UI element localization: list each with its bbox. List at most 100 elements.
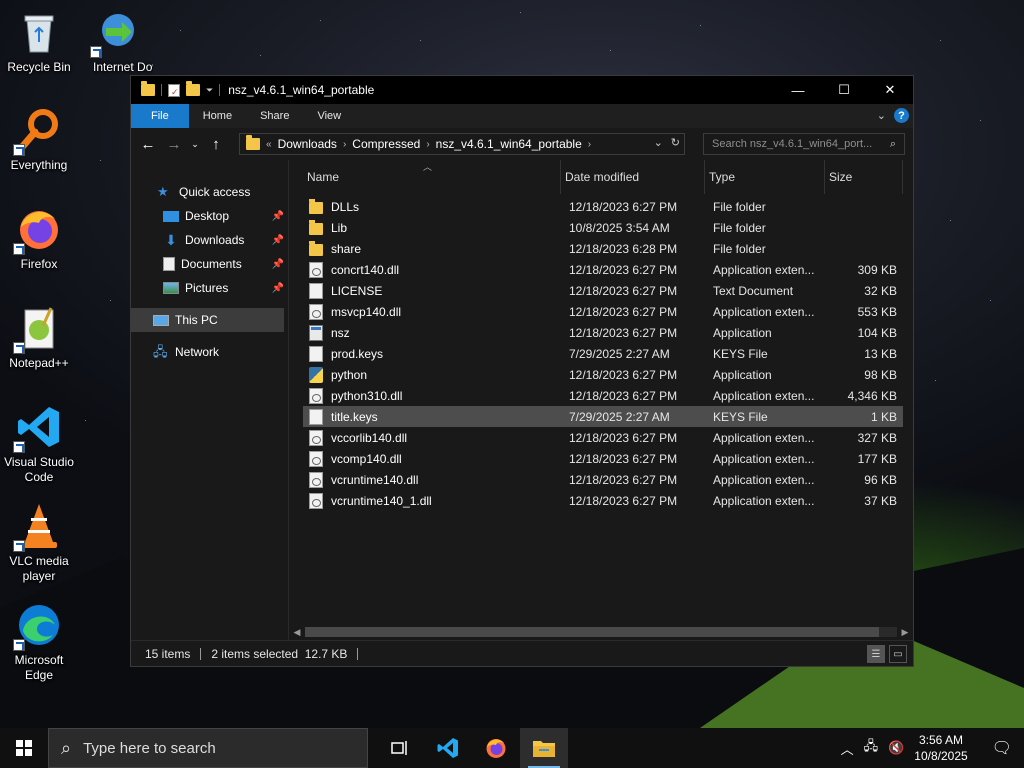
tab-share[interactable]: Share: [246, 104, 303, 128]
task-view-button[interactable]: [376, 728, 424, 768]
desktop-icon-firefox[interactable]: Firefox: [1, 205, 77, 272]
horizontal-scrollbar[interactable]: ◀ ▶: [289, 624, 913, 640]
clock[interactable]: 3:56 AM 10/8/2025: [914, 732, 967, 764]
file-row[interactable]: vcruntime140.dll 12/18/2023 6:27 PM Applic…: [303, 469, 903, 490]
desktop-icon-internet-download-manager[interactable]: Internet Downlo: [78, 8, 154, 75]
nav-item-quick-access[interactable]: ★ Quick access: [131, 180, 288, 204]
expand-ribbon-icon[interactable]: ⌄: [877, 109, 886, 122]
network-status-icon[interactable]: 🖧: [864, 737, 879, 759]
tab-file[interactable]: File: [131, 104, 189, 128]
file-row[interactable]: concrt140.dll 12/18/2023 6:27 PM Applicati…: [303, 259, 903, 280]
tab-home[interactable]: Home: [189, 104, 246, 128]
nav-item-documents[interactable]: Documents 📌: [131, 252, 288, 276]
chevron-right-icon[interactable]: ›: [588, 139, 591, 150]
nav-item-desktop[interactable]: Desktop 📌: [131, 204, 288, 228]
nav-item-network[interactable]: 🖧 Network: [131, 340, 288, 364]
file-row[interactable]: share 12/18/2023 6:28 PM File folder: [303, 238, 903, 259]
breadcrumb-downloads[interactable]: Downloads: [278, 137, 337, 151]
chevron-down-icon[interactable]: ⌄: [654, 136, 663, 149]
chevron-right-icon[interactable]: ›: [343, 139, 346, 150]
file-date: 12/18/2023 6:27 PM: [569, 430, 678, 445]
forward-button[interactable]: →: [163, 133, 185, 155]
desktop-icon-notepadpp[interactable]: Notepad++: [1, 304, 77, 371]
column-header-size[interactable]: Size: [825, 160, 903, 194]
folder-icon: [309, 240, 323, 256]
system-tray: ︿ 🖧 🔇 3:56 AM 10/8/2025 🗨: [841, 728, 1024, 768]
file-row[interactable]: DLLs 12/18/2023 6:27 PM File folder: [303, 196, 903, 217]
overflow-chevron[interactable]: «: [266, 139, 272, 150]
file-type: Application: [713, 325, 772, 340]
dll-file-icon: [309, 429, 323, 446]
address-bar[interactable]: « Downloads › Compressed › nsz_v4.6.1_wi…: [239, 133, 685, 155]
ribbon-tabs: File Home Share View ⌄ ?: [131, 104, 913, 128]
chevron-up-icon[interactable]: ︿: [841, 739, 854, 758]
nav-item-downloads[interactable]: ⬇ Downloads 📌: [131, 228, 288, 252]
file-row[interactable]: prod.keys 7/29/2025 2:27 AM KEYS File 13 KB: [303, 343, 903, 364]
start-button[interactable]: [0, 728, 48, 768]
file-row[interactable]: nsz 12/18/2023 6:27 PM Application 104 KB: [303, 322, 903, 343]
file-row[interactable]: python 12/18/2023 6:27 PM Application 98 KB: [303, 364, 903, 385]
file-row[interactable]: python310.dll 12/18/2023 6:27 PM Applicati…: [303, 385, 903, 406]
customize-toolbar-icon[interactable]: ⏷: [206, 85, 213, 96]
breadcrumb-compressed[interactable]: Compressed: [352, 137, 420, 151]
nav-item-this-pc[interactable]: This PC: [131, 308, 284, 332]
taskbar-file-explorer[interactable]: [520, 728, 568, 768]
desktop-icon-recycle-bin[interactable]: Recycle Bin: [1, 8, 77, 75]
taskbar-search-input[interactable]: Type here to search: [83, 740, 216, 757]
recent-locations-button[interactable]: ⌄: [189, 133, 201, 155]
tab-view[interactable]: View: [303, 104, 355, 128]
file-row[interactable]: title.keys 7/29/2025 2:27 AM KEYS File 1 KB: [303, 406, 903, 427]
close-button[interactable]: ✕: [867, 76, 913, 104]
help-icon[interactable]: ?: [894, 108, 909, 123]
file-row[interactable]: vccorlib140.dll 12/18/2023 6:27 PM Applica…: [303, 427, 903, 448]
shortcut-arrow-icon: [13, 540, 25, 552]
minimize-button[interactable]: —: [775, 76, 821, 104]
large-icons-view-button[interactable]: ▭: [889, 645, 907, 663]
desktop-icon-vscode[interactable]: Visual Studio Code: [1, 403, 77, 485]
file-type: Text Document: [713, 283, 794, 298]
notifications-icon[interactable]: 🗨: [992, 738, 1012, 758]
details-view-button[interactable]: ☰: [867, 645, 885, 663]
new-folder-icon[interactable]: [186, 81, 200, 96]
properties-icon[interactable]: ✓: [168, 83, 180, 97]
desktop-icon-everything[interactable]: Everything: [1, 106, 77, 173]
navigation-pane[interactable]: ★ Quick access Desktop 📌 ⬇ Downloads 📌 D…: [131, 160, 289, 640]
file-type: File folder: [713, 220, 766, 235]
file-row[interactable]: vcomp140.dll 12/18/2023 6:27 PM Applicatio…: [303, 448, 903, 469]
taskbar-vscode[interactable]: [424, 728, 472, 768]
search-box[interactable]: Search nsz_v4.6.1_win64_port... ⌕: [703, 133, 905, 155]
file-row[interactable]: vcruntime140_1.dll 12/18/2023 6:27 PM Appl…: [303, 490, 903, 511]
file-list-pane[interactable]: ︿ Name Date modified Type Size DLLs 12/18…: [289, 160, 913, 640]
maximize-button[interactable]: ☐: [821, 76, 867, 104]
title-bar[interactable]: ✓ ⏷ nsz_v4.6.1_win64_portable — ☐ ✕: [131, 76, 913, 104]
column-header-date[interactable]: Date modified: [561, 160, 705, 194]
up-button[interactable]: ↑: [205, 133, 227, 155]
shortcut-arrow-icon: [90, 46, 102, 58]
file-size: 96 KB: [864, 472, 897, 487]
file-row[interactable]: msvcp140.dll 12/18/2023 6:27 PM Applicatio…: [303, 301, 903, 322]
file-explorer-window: ✓ ⏷ nsz_v4.6.1_win64_portable — ☐ ✕ File…: [130, 75, 914, 667]
file-size: 32 KB: [864, 283, 897, 298]
scroll-left-icon[interactable]: ◀: [289, 627, 305, 638]
nav-item-pictures[interactable]: Pictures 📌: [131, 276, 288, 300]
back-button[interactable]: ←: [137, 133, 159, 155]
volume-muted-icon[interactable]: 🔇: [888, 740, 904, 756]
column-header-name[interactable]: ︿ Name: [303, 160, 561, 194]
refresh-icon[interactable]: ↻: [671, 136, 680, 149]
desktop-icon-vlc[interactable]: VLC media player: [1, 502, 77, 584]
breadcrumb-current-folder[interactable]: nsz_v4.6.1_win64_portable: [436, 137, 582, 151]
file-size: 98 KB: [864, 367, 897, 382]
taskbar-firefox[interactable]: [472, 728, 520, 768]
taskbar-search-box[interactable]: ⌕ Type here to search: [48, 728, 368, 768]
desktop-icon-edge[interactable]: Microsoft Edge: [1, 601, 77, 683]
column-header-type[interactable]: Type: [705, 160, 825, 194]
file-row[interactable]: LICENSE 12/18/2023 6:27 PM Text Document 32…: [303, 280, 903, 301]
scroll-right-icon[interactable]: ▶: [897, 627, 913, 638]
shortcut-arrow-icon: [13, 639, 25, 651]
file-name-cell: vcruntime140_1.dll: [303, 492, 561, 509]
search-input[interactable]: Search nsz_v4.6.1_win64_port...: [712, 138, 872, 150]
file-name: prod.keys: [331, 346, 384, 361]
file-row[interactable]: Lib 10/8/2025 3:54 AM File folder: [303, 217, 903, 238]
chevron-right-icon[interactable]: ›: [426, 139, 429, 150]
scrollbar-thumb[interactable]: [305, 627, 880, 637]
